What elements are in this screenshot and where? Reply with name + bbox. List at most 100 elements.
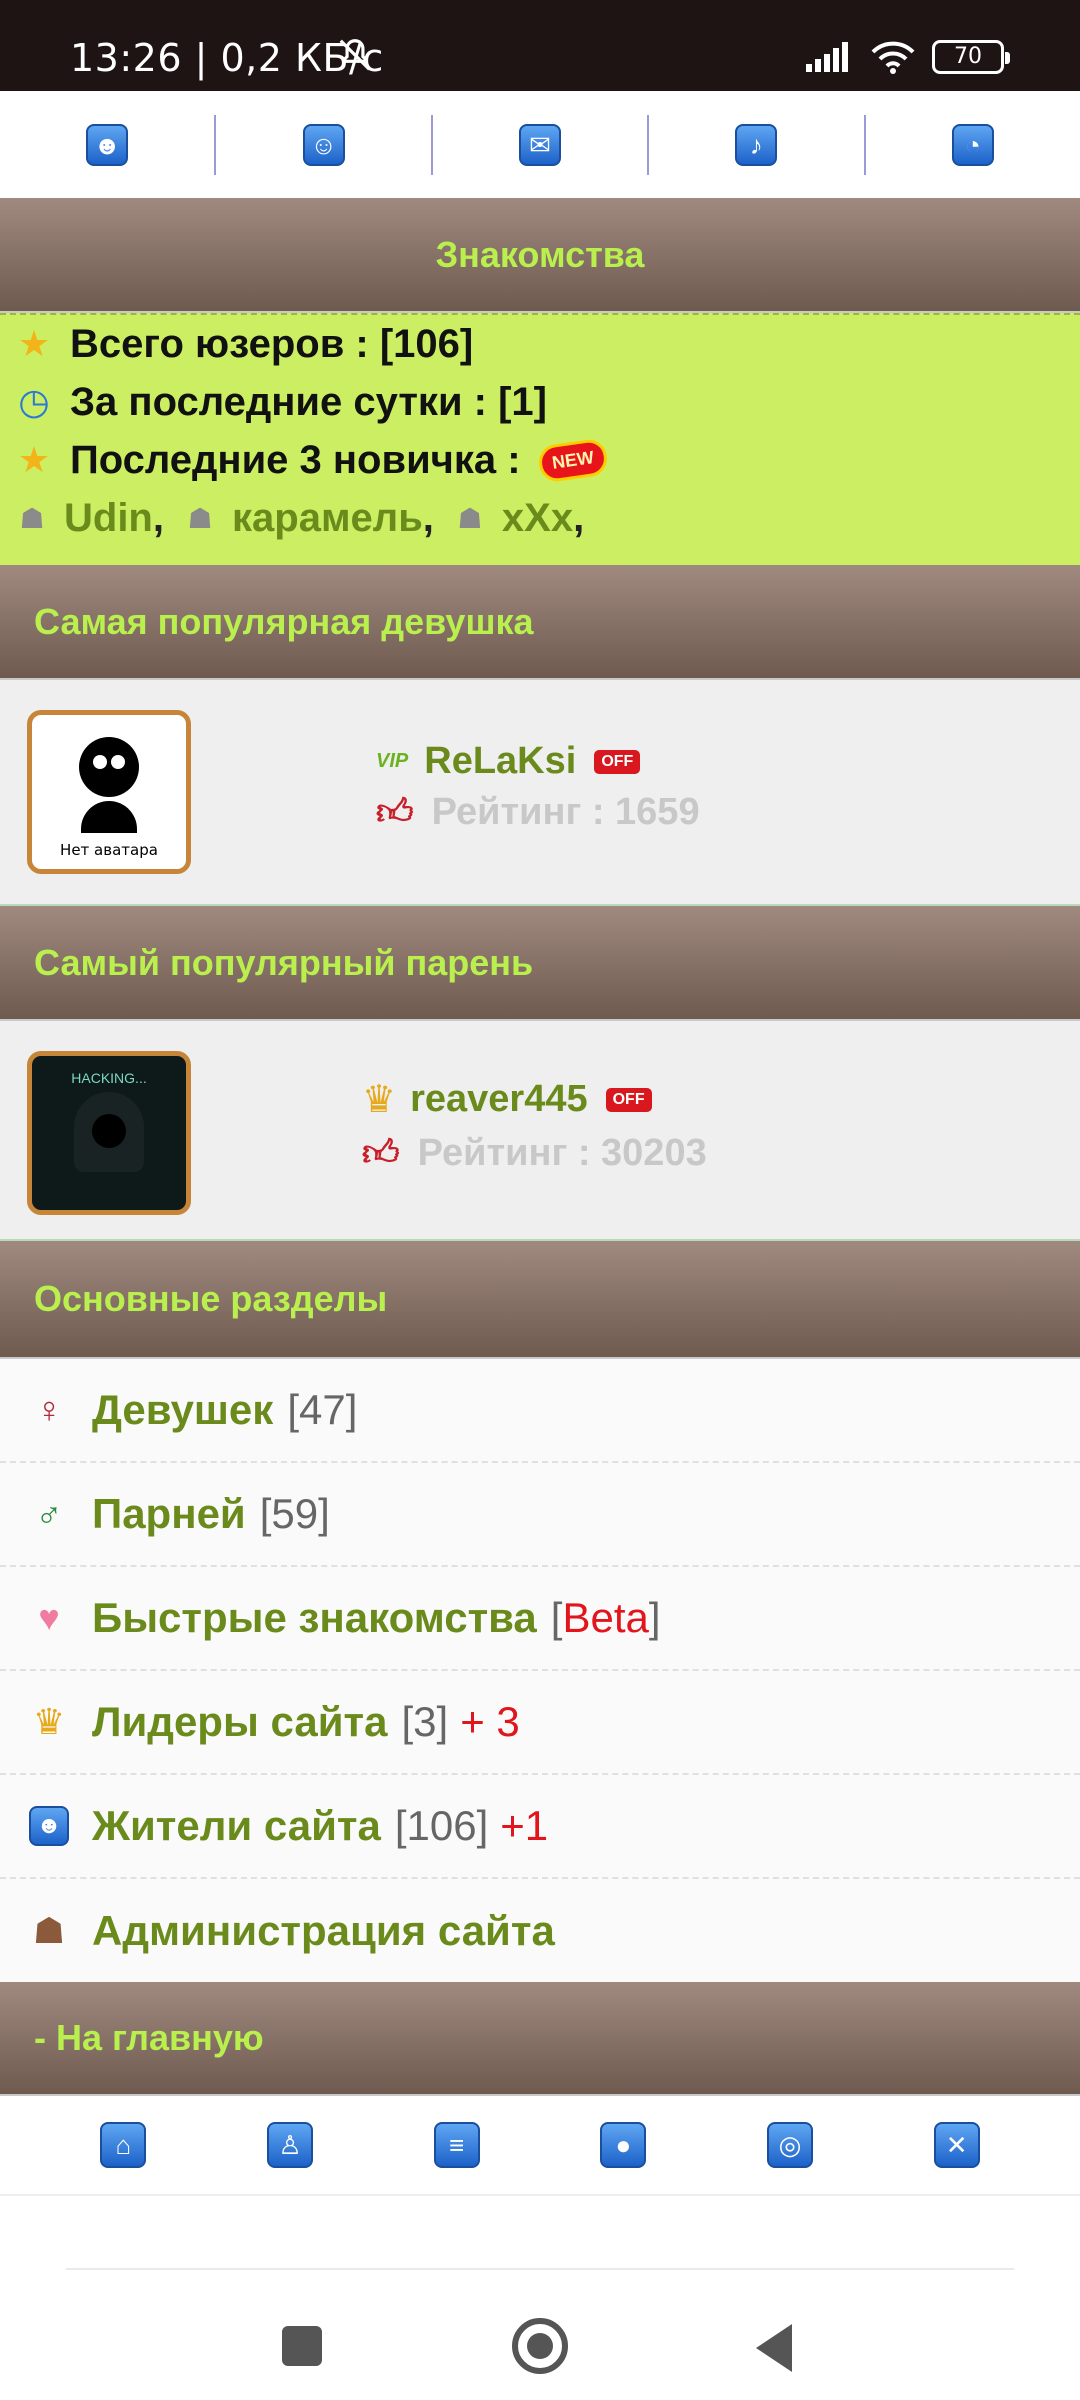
stat-last-newbies-text: Последние 3 новичка :	[70, 437, 521, 482]
avatar-hacker-figure	[74, 1092, 144, 1172]
beta-label: Beta	[562, 1594, 649, 1641]
vip-badge: VIP	[376, 750, 409, 772]
popular-girl-card: Нет аватара VIP ReLaKsi OFF 👍︎ Рейтинг :…	[0, 680, 1080, 906]
menu-item-count: [106]	[394, 1802, 489, 1849]
top-nav-item-mail[interactable]: ✉	[433, 114, 650, 175]
popular-girl-rating-row: 👍︎ Рейтинг : 1659	[376, 790, 700, 834]
system-nav-bar	[0, 2268, 1080, 2400]
avatar[interactable]: HACKING...	[27, 1051, 191, 1215]
popular-guy-card: HACKING... ♛ reaver445 OFF 👍︎ Рейтинг : …	[0, 1021, 1080, 1241]
menu-item-leaders[interactable]: ♛ Лидеры сайта [3] + 3	[0, 1671, 1080, 1775]
menu-item-count: [3]	[401, 1698, 449, 1745]
menu-item-residents[interactable]: ☻ Жители сайта [106] +1	[0, 1775, 1080, 1879]
sections-title: Основные разделы	[34, 1278, 388, 1319]
stats-block: ★ Всего юзеров : [106] ◷ За последние су…	[0, 313, 1080, 565]
top-nav-item-rss[interactable]: ◔	[866, 115, 1080, 175]
close-icon[interactable]: ✕	[933, 2122, 980, 2168]
home-link[interactable]: - На главную	[34, 2017, 264, 2059]
rss-icon: ◔	[951, 123, 994, 166]
chat-icon[interactable]: ●	[600, 2122, 647, 2168]
menu-item-administration[interactable]: ☗ Администрация сайта	[0, 1879, 1080, 1983]
menu-item-label: Быстрые знакомства	[92, 1594, 537, 1641]
crown-icon: ♛	[32, 1701, 66, 1742]
avatar[interactable]: Нет аватара	[27, 710, 191, 874]
star-icon: ★	[17, 323, 51, 364]
popular-girl-header: Самая популярная девушка	[0, 565, 1080, 680]
menu-item-quick-dating[interactable]: ♥ Быстрые знакомства [Beta]	[0, 1567, 1080, 1671]
home-icon[interactable]: ⌂	[100, 2122, 147, 2168]
wifi-icon	[871, 41, 915, 74]
guy-icon: ♂	[35, 1493, 63, 1534]
popular-guy-title: Самый популярный парень	[34, 941, 534, 983]
status-bar: 13:26 | 0,2 КБ/с 70	[0, 0, 1080, 91]
top-nav-item-smiley[interactable]: ☺	[216, 114, 433, 175]
battery-level: 70	[954, 44, 982, 69]
home-link-bar: - На главную	[0, 1982, 1080, 2096]
back-button[interactable]	[756, 2324, 792, 2372]
separator: ,	[573, 495, 585, 540]
smiley-icon: ☺	[302, 123, 345, 166]
girl-icon: ♀	[35, 1389, 63, 1430]
top-nav-item-profile[interactable]: ☻	[0, 114, 217, 175]
popular-guy-name-row: ♛ reaver445 OFF	[362, 1077, 652, 1122]
newbie-link[interactable]: карамель	[232, 496, 423, 541]
target-icon[interactable]: ◎	[766, 2122, 813, 2168]
bell-icon: ♪	[735, 123, 778, 166]
user-gray-icon: ☗	[187, 502, 213, 534]
thumbs-up-icon: 👍︎	[362, 1132, 400, 1173]
avatar-placeholder-body	[81, 801, 137, 833]
status-icons: 70	[806, 40, 1010, 74]
status-badge: OFF	[605, 1087, 652, 1112]
popular-girl-username[interactable]: ReLaKsi	[424, 740, 576, 783]
menu-item-count: [59]	[259, 1490, 330, 1537]
user-gray-icon: ☗	[19, 502, 45, 534]
top-nav-item-notifications[interactable]: ♪	[649, 114, 866, 175]
avatar-text: HACKING...	[71, 1070, 147, 1086]
thumbs-up-icon: 👍︎	[376, 791, 414, 832]
newbie-link[interactable]: Udin	[64, 496, 153, 541]
home-button[interactable]	[512, 2318, 568, 2374]
separator: ,	[422, 495, 434, 540]
popular-girl-title: Самая популярная девушка	[34, 600, 534, 642]
stat-last-newbies: ★ Последние 3 новичка : NEW	[14, 431, 1080, 489]
dating-title: Знакомства	[435, 233, 645, 275]
popular-guy-username[interactable]: reaver445	[410, 1078, 588, 1121]
bottom-nav: ⌂ ♙ ≡ ● ◎ ✕	[0, 2096, 1080, 2196]
popular-girl-rating: Рейтинг : 1659	[431, 790, 700, 833]
mail-icon: ✉	[519, 123, 562, 166]
dating-header: Знакомства	[0, 198, 1080, 313]
menu-item-label: Девушек	[92, 1386, 274, 1433]
crown-icon: ♛	[362, 1079, 397, 1121]
menu-item-guys[interactable]: ♂ Парней [59]	[0, 1463, 1080, 1567]
menu-item-label: Администрация сайта	[92, 1907, 555, 1954]
newbie-link[interactable]: xXx	[502, 496, 573, 541]
user-icon: ☻	[26, 1803, 72, 1849]
bracket-close: ]	[648, 1594, 661, 1641]
menu-item-girls[interactable]: ♀ Девушек [47]	[0, 1359, 1080, 1463]
signal-icon	[806, 42, 848, 72]
separator: ,	[152, 495, 164, 540]
recents-button[interactable]	[282, 2326, 322, 2366]
stat-total-users: ★ Всего юзеров : [106]	[14, 315, 1080, 373]
status-badge: OFF	[594, 749, 641, 774]
menu-item-count: [47]	[287, 1386, 358, 1433]
admin-icon: ☗	[32, 1910, 66, 1951]
avatar-caption: Нет аватара	[60, 841, 158, 859]
menu-item-beta: [Beta]	[551, 1594, 661, 1642]
battery-indicator: 70	[932, 40, 1010, 74]
menu-item-label: Парней	[92, 1490, 246, 1537]
person-icon[interactable]: ♙	[266, 2122, 313, 2168]
popular-guy-rating: Рейтинг : 30203	[417, 1131, 707, 1174]
popular-guy-header: Самый популярный парень	[0, 906, 1080, 1021]
menu-item-increase: + 3	[460, 1698, 520, 1745]
new-badge: NEW	[536, 436, 609, 484]
stat-last-day: ◷ За последние сутки : [1]	[14, 373, 1080, 431]
muted-bell-icon	[339, 39, 371, 71]
menu-item-increase: +1	[500, 1802, 549, 1849]
menu-item-label: Лидеры сайта	[92, 1698, 388, 1745]
sections-header: Основные разделы	[0, 1241, 1080, 1359]
document-icon[interactable]: ≡	[433, 2122, 480, 2168]
top-nav: ☻ ☺ ✉ ♪ ◔	[0, 91, 1080, 198]
bracket-open: [	[550, 1594, 563, 1641]
stat-last-day-text: За последние сутки : [1]	[70, 379, 547, 424]
